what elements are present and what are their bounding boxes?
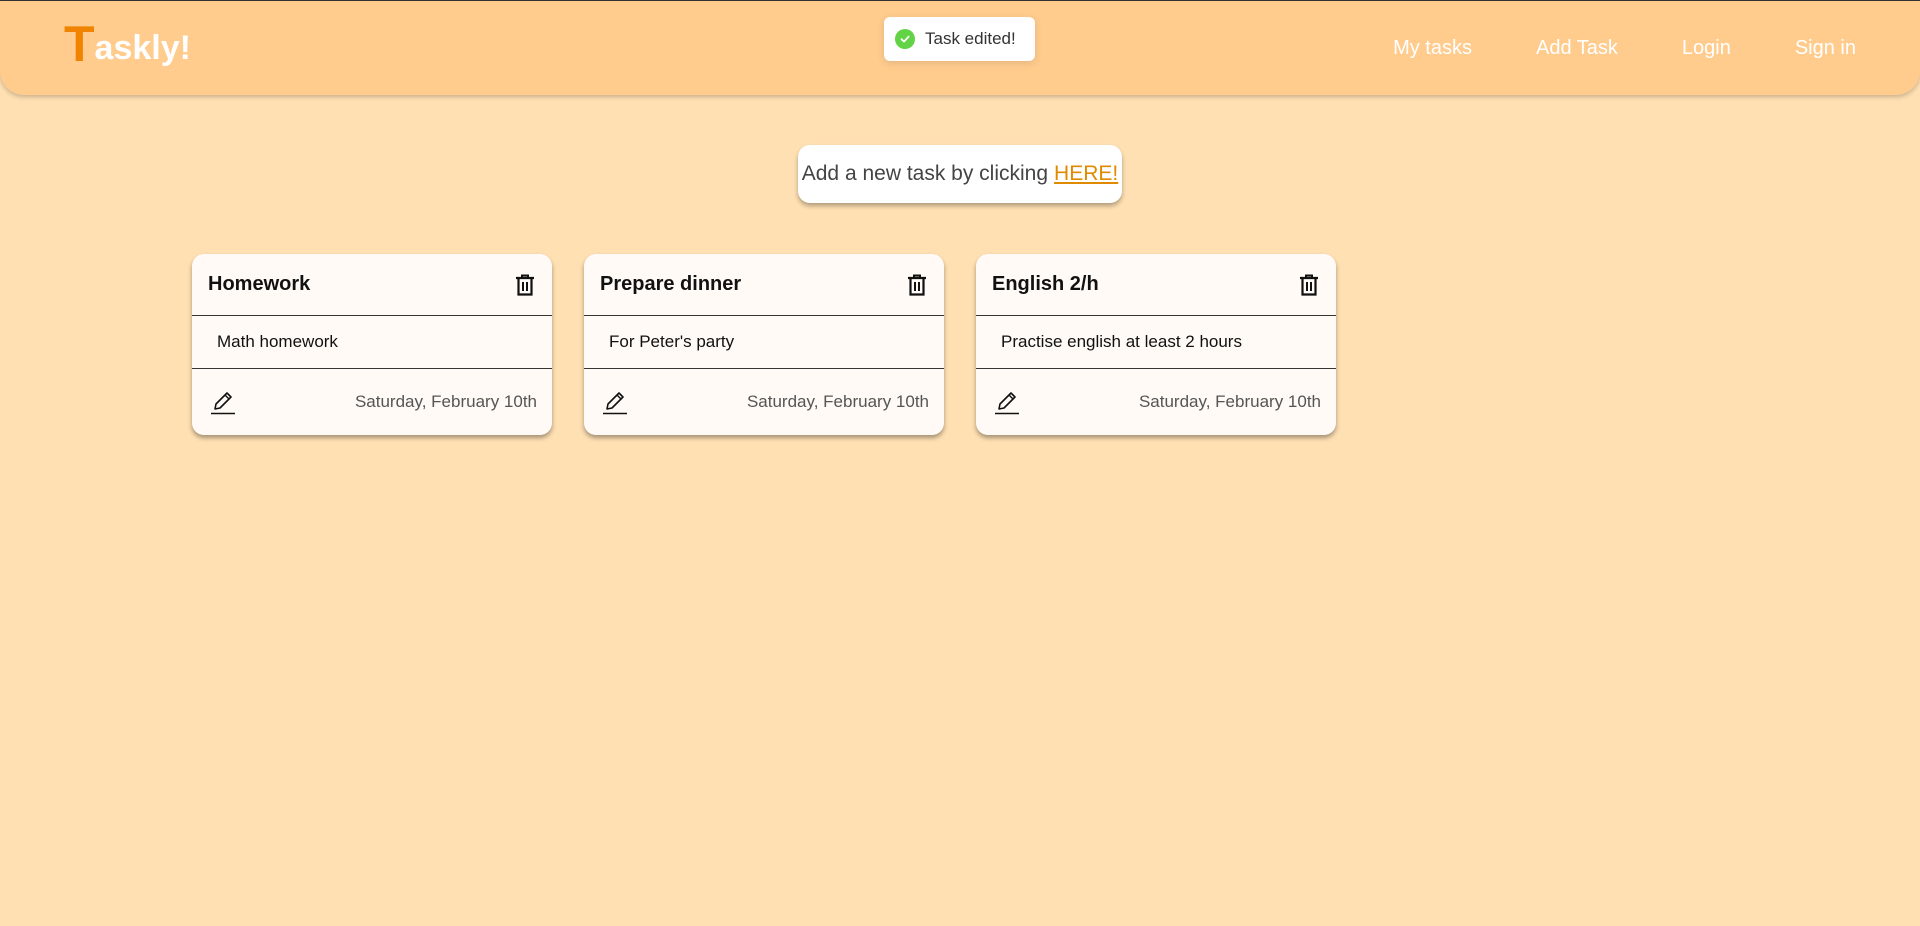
trash-icon[interactable] (1298, 273, 1320, 297)
nav-sign-in[interactable]: Sign in (1795, 37, 1856, 60)
task-card: Homework Math homework Saturday, Februar… (192, 254, 552, 435)
task-card-header: Homework (192, 254, 552, 316)
task-title: English 2/h (992, 273, 1099, 295)
nav-login[interactable]: Login (1682, 37, 1731, 60)
task-card-header: English 2/h (976, 254, 1336, 316)
task-description: Practise english at least 2 hours (976, 316, 1336, 369)
nav-add-task[interactable]: Add Task (1536, 37, 1618, 60)
trash-icon[interactable] (514, 273, 536, 297)
task-card-footer: Saturday, February 10th (584, 369, 944, 434)
nav-my-tasks[interactable]: My tasks (1393, 37, 1472, 60)
add-task-prompt-text: Add a new task by clicking (801, 162, 1049, 185)
task-date: Saturday, February 10th (354, 391, 537, 411)
task-card: English 2/h Practise english at least 2 … (976, 254, 1336, 435)
logo-text: askly! (94, 29, 191, 67)
toast-notification: Task edited! (884, 17, 1035, 61)
pencil-icon[interactable] (210, 389, 236, 415)
task-date: Saturday, February 10th (1138, 391, 1321, 411)
add-task-link[interactable]: HERE! (1054, 162, 1118, 186)
task-title: Homework (208, 273, 311, 295)
toast-message: Task edited! (925, 29, 1016, 48)
task-card: Prepare dinner For Peter's party Saturda… (584, 254, 944, 435)
task-description: Math homework (192, 316, 552, 369)
task-description: For Peter's party (584, 316, 944, 369)
add-task-prompt: Add a new task by clicking HERE! (798, 145, 1122, 203)
logo[interactable]: T askly! (64, 16, 191, 72)
task-card-footer: Saturday, February 10th (192, 369, 552, 434)
task-card-header: Prepare dinner (584, 254, 944, 316)
pencil-icon[interactable] (602, 389, 628, 415)
task-date: Saturday, February 10th (746, 391, 929, 411)
trash-icon[interactable] (906, 273, 928, 297)
logo-initial: T (64, 16, 95, 72)
check-circle-icon (895, 29, 915, 49)
main-nav: My tasks Add Task Login Sign in (1393, 37, 1856, 60)
task-card-footer: Saturday, February 10th (976, 369, 1336, 434)
pencil-icon[interactable] (994, 389, 1020, 415)
task-title: Prepare dinner (600, 273, 742, 295)
